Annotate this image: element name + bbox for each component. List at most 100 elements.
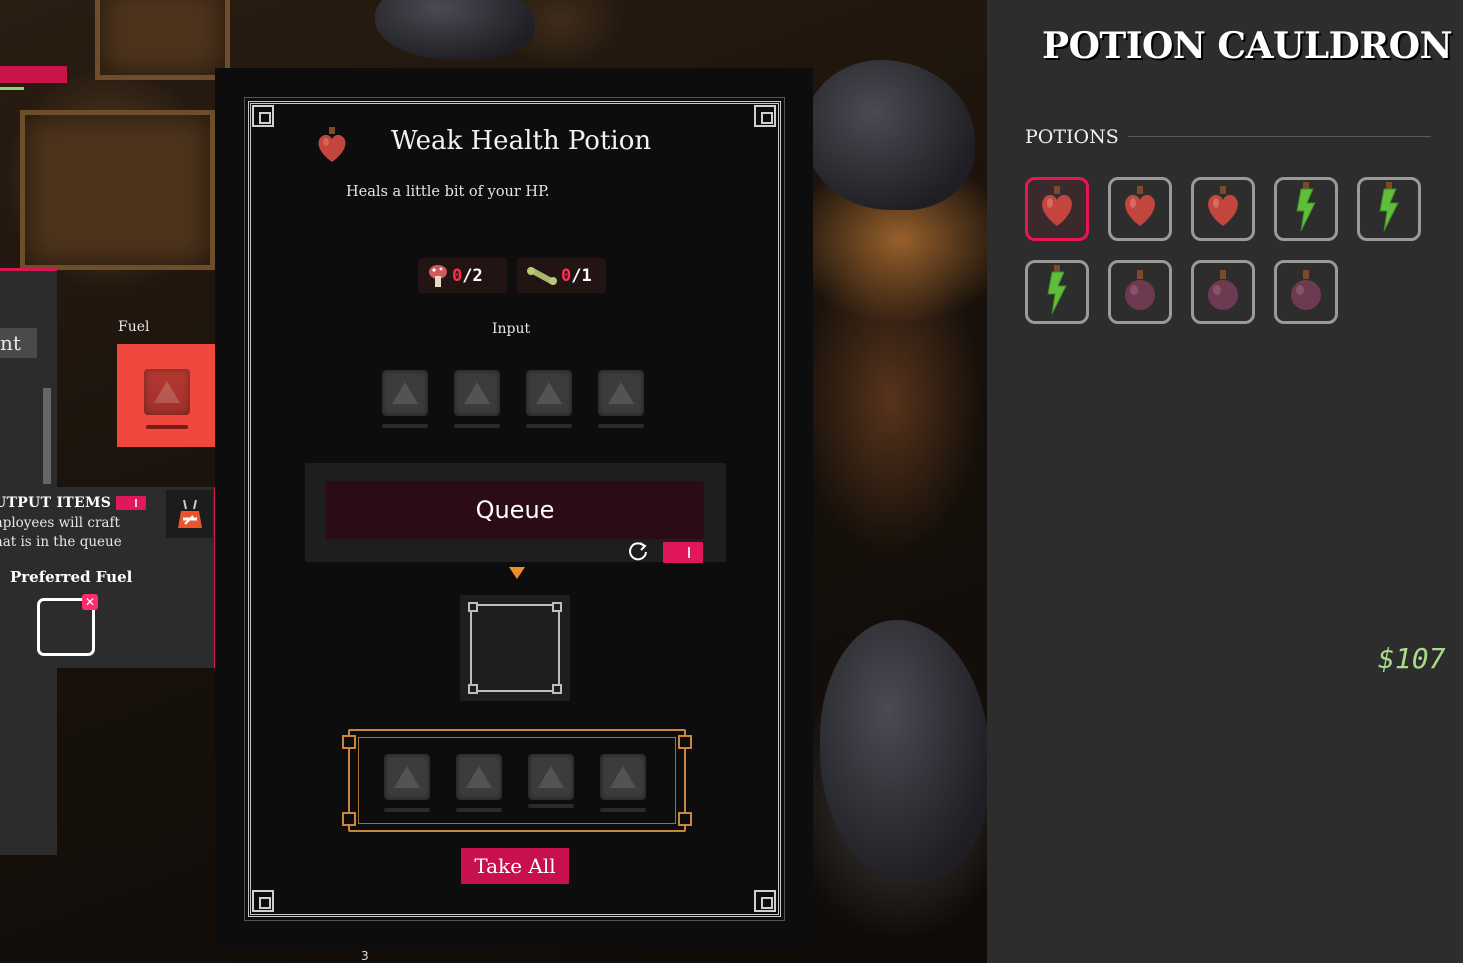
output-items-description: nployees will craft hat is in the queue — [0, 514, 122, 552]
empty-slot-icon — [466, 766, 492, 788]
left-tab[interactable]: nt — [0, 328, 37, 358]
output-slot[interactable] — [600, 754, 646, 800]
potion-recipe-button[interactable] — [1108, 260, 1172, 324]
ingredient-requirement: 0/2 — [418, 258, 507, 293]
frame-corner — [754, 105, 776, 127]
output-items-title: UTPUT ITEMS — [0, 495, 112, 511]
frame-corner — [678, 812, 692, 826]
output-slot[interactable] — [528, 754, 574, 800]
ingredient-need-count: /2 — [462, 265, 483, 286]
empty-slot-icon — [538, 766, 564, 788]
sack — [805, 60, 975, 210]
potion-recipe-button[interactable] — [1274, 177, 1338, 241]
input-slot[interactable] — [598, 370, 644, 416]
frame-corner — [252, 890, 274, 912]
red-heart-potion-icon — [1037, 184, 1077, 234]
sack — [375, 0, 535, 60]
recipe-description: Heals a little bit of your HP. — [346, 184, 550, 200]
empty-slot-icon — [610, 766, 636, 788]
frame-corner — [468, 602, 478, 612]
potion-recipe-button[interactable] — [1274, 260, 1338, 324]
wooden-crate — [95, 0, 230, 80]
input-slot-bar — [526, 424, 572, 428]
frame-corner — [678, 735, 692, 749]
input-slot-bar — [454, 424, 500, 428]
ingredient-have-count: 0 — [452, 265, 463, 286]
frame-corner — [468, 684, 478, 694]
red-heart-potion-icon — [1203, 184, 1243, 234]
input-label: Input — [492, 321, 531, 337]
frame-corner — [754, 890, 776, 912]
output-slot-bar — [600, 808, 646, 812]
take-all-button[interactable]: Take All — [461, 848, 569, 884]
ingredient-requirement: 0/1 — [517, 258, 606, 293]
close-icon[interactable]: ✕ — [82, 594, 98, 610]
potion-recipe-button[interactable] — [1025, 177, 1089, 241]
ingredient-have-count: 0 — [561, 265, 572, 286]
mushroom-icon — [429, 264, 447, 287]
arrow-down-icon — [509, 567, 525, 579]
red-heart-potion-icon — [314, 126, 350, 164]
output-items-toggle[interactable] — [116, 496, 146, 510]
output-slot[interactable] — [384, 754, 430, 800]
input-slot[interactable] — [526, 370, 572, 416]
money-display: $107 — [1378, 642, 1446, 675]
purple-round-potion-icon — [1286, 268, 1326, 316]
potion-recipe-button[interactable] — [1357, 177, 1421, 241]
stamina-bar — [0, 87, 24, 90]
input-slot[interactable] — [454, 370, 500, 416]
fuel-label: Fuel — [118, 319, 150, 335]
frame-corner — [342, 735, 356, 749]
purple-round-potion-icon — [1120, 268, 1160, 316]
section-label: POTIONS — [1025, 126, 1119, 148]
frame-corner — [552, 602, 562, 612]
green-bolt-potion-icon — [1374, 181, 1404, 237]
frame-corner — [552, 684, 562, 694]
output-slot-bar — [528, 804, 574, 808]
recipe-panel: Weak Health Potion Heals a little bit of… — [215, 68, 813, 963]
queue-toggle[interactable] — [663, 542, 703, 563]
input-slot-bar — [382, 424, 428, 428]
queue-button[interactable]: Queue — [326, 481, 704, 539]
empty-slot-icon — [392, 382, 418, 404]
refresh-icon[interactable] — [627, 540, 649, 562]
fuel-bar — [146, 425, 188, 429]
output-items-desc-line: nployees will craft — [0, 515, 120, 531]
output-items-desc-line: hat is in the queue — [0, 534, 122, 550]
output-slot-bar — [384, 808, 430, 812]
frame-corner — [342, 812, 356, 826]
empty-slot-icon — [394, 766, 420, 788]
purple-round-potion-icon — [1203, 268, 1243, 316]
result-frame — [468, 602, 562, 694]
section-divider — [1128, 136, 1431, 137]
potion-recipe-button[interactable] — [1191, 177, 1255, 241]
empty-slot-icon — [608, 382, 634, 404]
scrollbar[interactable] — [43, 388, 51, 484]
input-slot[interactable] — [382, 370, 428, 416]
potion-recipe-button[interactable] — [1191, 260, 1255, 324]
output-slot-bar — [456, 808, 502, 812]
ingredient-need-count: /1 — [571, 265, 592, 286]
wooden-crate — [20, 110, 215, 270]
sack — [820, 620, 990, 880]
fuel-slot[interactable] — [117, 344, 217, 447]
result-slot[interactable] — [460, 595, 570, 701]
health-bar — [0, 66, 67, 83]
output-items-panel: UTPUT ITEMS nployees will craft hat is i… — [0, 487, 219, 668]
panel-title: POTION CAULDRON — [1042, 25, 1453, 67]
green-bolt-potion-icon — [1291, 181, 1321, 237]
apron-icon[interactable] — [166, 490, 213, 538]
empty-slot-icon — [536, 382, 562, 404]
input-slot-bar — [598, 424, 644, 428]
empty-slot-icon — [144, 369, 190, 415]
empty-slot-icon — [464, 382, 490, 404]
bone-icon — [527, 266, 557, 285]
potion-recipe-button[interactable] — [1025, 260, 1089, 324]
recipe-name: Weak Health Potion — [391, 126, 652, 156]
green-bolt-potion-icon — [1042, 264, 1072, 320]
potion-recipe-button[interactable] — [1108, 177, 1172, 241]
frame-corner — [252, 105, 274, 127]
page-number: 3 — [361, 949, 369, 963]
output-slot[interactable] — [456, 754, 502, 800]
potion-cauldron-panel: POTION CAULDRON POTIONS — [987, 0, 1463, 963]
